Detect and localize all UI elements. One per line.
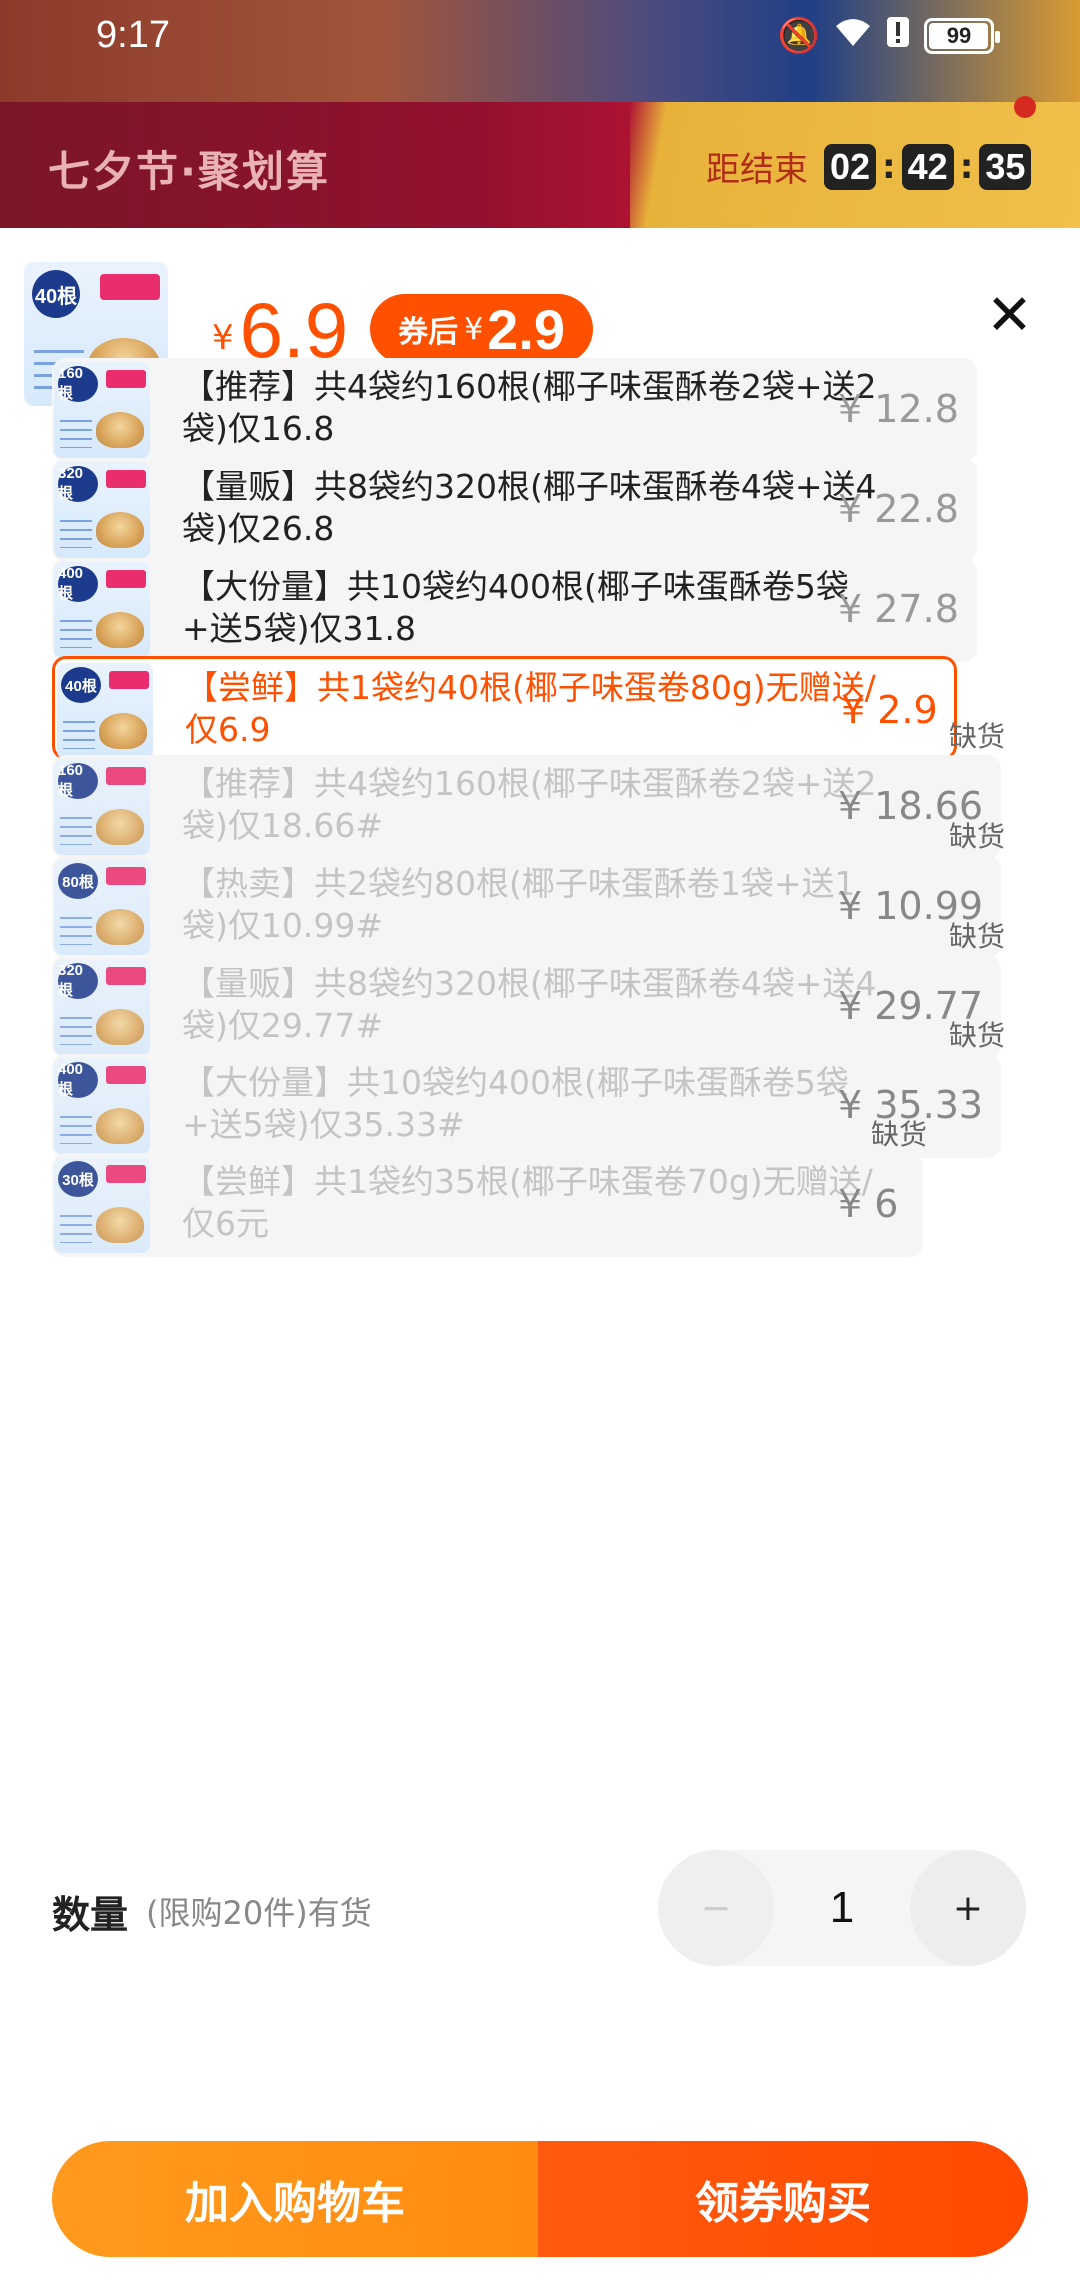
sold-out-label: 缺货: [948, 820, 1005, 853]
sold-out-label: 缺货: [948, 720, 1005, 753]
wifi-icon: [834, 16, 872, 56]
sku-option-label: 【量贩】共8袋约320根(椰子味蛋酥卷4袋+送4袋)仅29.77#: [182, 964, 877, 1045]
campaign-header: 9:17 🔕 99 七夕节·聚划算 距结束 02 : 42 : 35: [0, 0, 1080, 230]
mute-icon: 🔕: [777, 16, 820, 56]
countdown-minutes: 42: [901, 143, 954, 190]
sku-option-thumbnail: 320根: [54, 959, 150, 1055]
countdown-seconds: 35: [979, 143, 1032, 190]
sku-option-badge: 160根: [58, 762, 98, 799]
sku-option-label: 【推荐】共4袋约160根(椰子味蛋酥卷2袋+送2袋)仅16.8: [182, 367, 877, 448]
sku-option-thumbnail: 80根: [54, 859, 150, 955]
notification-dot: [1014, 96, 1036, 118]
campaign-title: 七夕节·聚划算: [48, 147, 330, 196]
action-bar: 加入购物车 领券购买: [52, 2141, 1028, 2257]
sold-out-label: 缺货: [948, 920, 1005, 953]
sku-option-label: 【尝鲜】共1袋约40根(椰子味蛋卷80g)无赠送/仅6.9: [185, 668, 876, 749]
close-icon[interactable]: ✕: [986, 288, 1033, 344]
sold-out-label: 缺货: [948, 1019, 1005, 1052]
sku-option-thumbnail: 320根: [54, 462, 150, 558]
alert-icon: [886, 16, 910, 56]
sku-option-label: 【推荐】共4袋约160根(椰子味蛋酥卷2袋+送2袋)仅18.66#: [182, 764, 877, 845]
quantity-stepper: − 1 +: [658, 1850, 1026, 1966]
thumbnail-badge: 40根: [32, 270, 80, 318]
battery-icon: 99: [924, 18, 1000, 54]
increase-button[interactable]: +: [910, 1850, 1026, 1966]
sku-option-badge: 320根: [58, 465, 98, 502]
sku-option-badge: 40根: [61, 667, 101, 703]
sku-option-badge: 320根: [58, 962, 98, 999]
coupon-currency: ¥: [464, 311, 484, 347]
status-time: 9:17: [96, 14, 170, 56]
sku-option[interactable]: 160根 【推荐】共4袋约160根(椰子味蛋酥卷2袋+送2袋)仅16.8 ¥ 12.…: [52, 358, 977, 462]
sku-option[interactable]: 160根 【推荐】共4袋约160根(椰子味蛋酥卷2袋+送2袋)仅18.66# ¥ 1…: [52, 720, 1005, 859]
sku-option[interactable]: 320根 【量贩】共8袋约320根(椰子味蛋酥卷4袋+送4袋)仅26.8 ¥ 22.…: [52, 458, 977, 562]
sku-option-thumbnail: 400根: [54, 1058, 150, 1154]
coupon-price-badge: 券后 ¥ 2.9: [370, 294, 594, 364]
sku-option-badge: 30根: [58, 1161, 98, 1197]
sku-option[interactable]: 40根 【尝鲜】共1袋约40根(椰子味蛋卷80g)无赠送/仅6.9 ¥ 2.9: [52, 656, 957, 760]
sku-option-thumbnail: 160根: [54, 362, 150, 458]
sku-option[interactable]: 30根 【尝鲜】共1袋约35根(椰子味蛋卷70g)无赠送/仅6元 ¥ 6 缺货: [52, 1118, 927, 1257]
sku-option-badge: 160根: [58, 365, 98, 402]
quantity-value[interactable]: 1: [774, 1850, 910, 1966]
battery-level: 99: [946, 23, 972, 48]
sku-option-thumbnail: 160根: [54, 759, 150, 855]
quantity-limit: (限购20件)有货: [146, 1894, 372, 1932]
status-icons: 🔕 99: [777, 16, 1000, 56]
sku-option-price: ¥ 2.9: [841, 688, 938, 732]
sold-out-label: 缺货: [870, 1118, 927, 1151]
sku-option-price: ¥ 6: [838, 1182, 899, 1226]
coupon-label: 券后: [398, 315, 459, 350]
currency-symbol: ¥: [212, 318, 234, 358]
sku-option-badge: 400根: [58, 565, 98, 602]
sku-option-thumbnail: 400根: [54, 562, 150, 658]
sku-option-price: ¥ 12.8: [838, 387, 959, 431]
sku-option-label: 【量贩】共8袋约320根(椰子味蛋酥卷4袋+送4袋)仅26.8: [182, 467, 877, 548]
quantity-label: 数量: [52, 1893, 129, 1937]
sku-option-price: ¥ 27.8: [838, 587, 959, 631]
sku-selector-sheet: 40根 ¥ 6.9 券后 ¥ 2.9 ✕ 160根 【推荐】共4袋约160根(椰子…: [0, 228, 1080, 2280]
sku-option-badge: 400根: [58, 1061, 98, 1098]
sku-option-thumbnail: 30根: [54, 1157, 150, 1253]
sku-option-label: 【尝鲜】共1袋约35根(椰子味蛋卷70g)无赠送/仅6元: [182, 1162, 873, 1243]
sku-option-thumbnail: 40根: [57, 663, 153, 759]
buy-with-coupon-button[interactable]: 领券购买: [538, 2141, 1028, 2257]
countdown-timer: 距结束 02 : 42 : 35: [706, 142, 1032, 191]
add-to-cart-button[interactable]: 加入购物车: [52, 2141, 538, 2257]
sku-option-label: 【大份量】共10袋约400根(椰子味蛋酥卷5袋+送5袋)仅31.8: [182, 567, 849, 648]
sku-option-label: 【热卖】共2袋约80根(椰子味蛋酥卷1袋+送1袋)仅10.99#: [182, 864, 856, 945]
coupon-price: 2.9: [487, 297, 566, 361]
sku-option-label: 【大份量】共10袋约400根(椰子味蛋酥卷5袋+送5袋)仅35.33#: [182, 1063, 849, 1144]
sku-option[interactable]: 320根 【量贩】共8袋约320根(椰子味蛋酥卷4袋+送4袋)仅29.77# ¥ 2…: [52, 920, 1005, 1059]
sku-option[interactable]: 80根 【热卖】共2袋约80根(椰子味蛋酥卷1袋+送1袋)仅10.99# ¥ 10.…: [52, 820, 1005, 959]
sku-option[interactable]: 400根 【大份量】共10袋约400根(椰子味蛋酥卷5袋+送5袋)仅35.33# ¥…: [52, 1019, 1005, 1158]
countdown-label: 距结束: [706, 150, 808, 190]
status-bar: 9:17 🔕 99: [0, 0, 1080, 70]
countdown-hours: 02: [824, 143, 877, 190]
sku-option-price: ¥ 22.8: [838, 487, 959, 531]
sku-option[interactable]: 400根 【大份量】共10袋约400根(椰子味蛋酥卷5袋+送5袋)仅31.8 ¥ 2…: [52, 558, 977, 662]
sku-option-badge: 80根: [58, 863, 98, 899]
decrease-button[interactable]: −: [658, 1850, 774, 1966]
